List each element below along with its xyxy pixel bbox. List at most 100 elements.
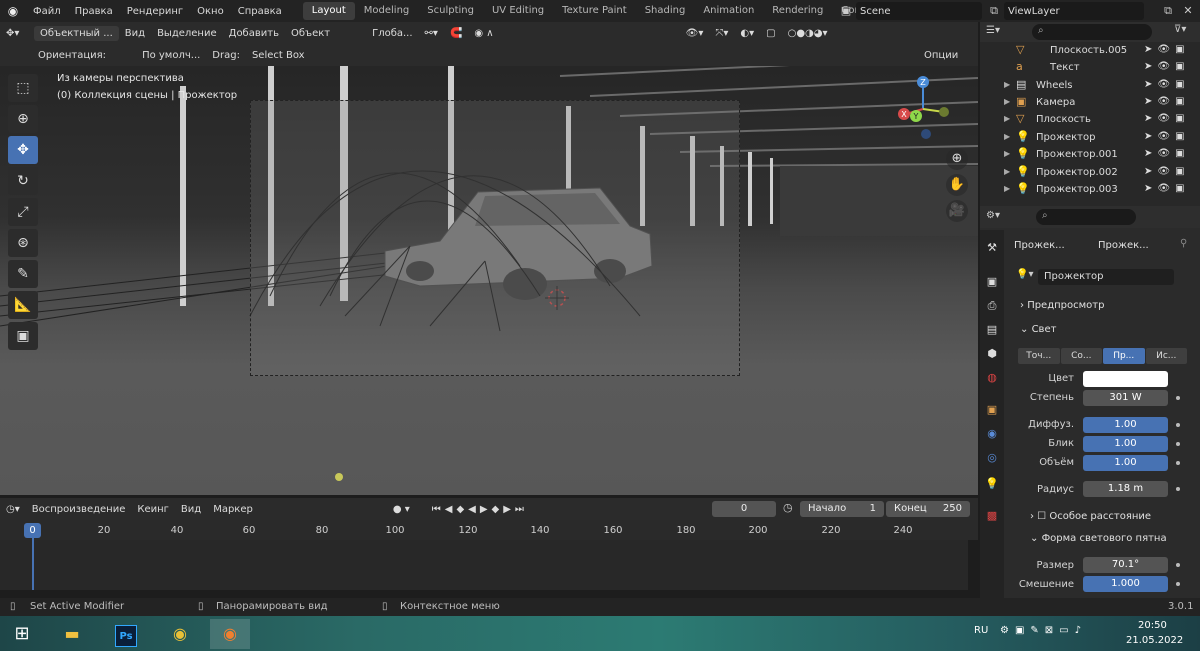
- power-field[interactable]: 301 W: [1083, 390, 1168, 406]
- properties-search-input[interactable]: ⌕: [1036, 209, 1136, 225]
- copy-layer-icon[interactable]: ⧉: [1160, 3, 1176, 19]
- specular-field[interactable]: 1.00: [1083, 436, 1168, 452]
- 3d-viewport[interactable]: Из камеры перспектива (0) Коллекция сцен…: [0, 66, 978, 495]
- windows-start-icon[interactable]: ⊞: [2, 619, 42, 649]
- keyframe-dot[interactable]: [1176, 487, 1180, 491]
- keyframe-dot[interactable]: [1176, 423, 1180, 427]
- clock-time[interactable]: 20:50: [1138, 620, 1167, 631]
- current-frame-field[interactable]: 0: [712, 501, 776, 517]
- cursor-tool-icon[interactable]: ⊕: [8, 105, 38, 133]
- start-frame-field[interactable]: Начало 1: [800, 501, 884, 517]
- view-layer-selector[interactable]: ViewLayer: [1004, 2, 1144, 20]
- marker-menu[interactable]: Маркер: [207, 504, 259, 515]
- annotate-tool-icon[interactable]: ✎: [8, 260, 38, 288]
- section-preview[interactable]: › Предпросмотр: [1020, 300, 1104, 311]
- outliner-row[interactable]: ▶ 💡 Прожектор.003 ➤👁▣: [980, 181, 1200, 198]
- tray-icons[interactable]: ⚙▣✎⊠▭♪: [1000, 625, 1087, 636]
- view-layer-tab-icon[interactable]: ▤: [984, 322, 1000, 338]
- outliner-row[interactable]: ▶ 💡 Прожектор ➤👁▣: [980, 129, 1200, 146]
- object-origin[interactable]: [335, 473, 343, 481]
- timeline-ruler[interactable]: 20 40 60 80 100 120 140 160 180 200 220 …: [0, 520, 978, 540]
- custom-distance-section[interactable]: › ☐ Особое расстояние: [1030, 511, 1151, 522]
- measure-tool-icon[interactable]: 📐: [8, 291, 38, 319]
- menu-select[interactable]: Выделение: [151, 28, 223, 39]
- keyframe-dot[interactable]: [1176, 563, 1180, 567]
- tool-tab-icon[interactable]: ⚒: [984, 240, 1000, 256]
- spot-shape-section[interactable]: ⌄ Форма светового пятна: [1030, 533, 1167, 544]
- keyframe-dot[interactable]: [1176, 442, 1180, 446]
- visibility-icons[interactable]: ➤👁▣: [1144, 79, 1190, 90]
- light-data-tab-icon[interactable]: 💡: [984, 476, 1000, 492]
- expand-icon[interactable]: ▶: [1004, 167, 1010, 176]
- drag-dropdown[interactable]: Select Box: [246, 50, 311, 61]
- tab-layout[interactable]: Layout: [302, 2, 355, 20]
- diffuse-field[interactable]: 1.00: [1083, 417, 1168, 433]
- menu-edit[interactable]: Правка: [68, 6, 120, 17]
- add-cube-tool-icon[interactable]: ▣: [8, 322, 38, 350]
- blend-field[interactable]: 1.000: [1083, 576, 1168, 592]
- timeline-editor-icon[interactable]: ◷▾: [0, 504, 26, 515]
- playhead[interactable]: 0: [24, 523, 41, 538]
- filter-icon[interactable]: ⊽▾: [1174, 24, 1186, 35]
- snap-icon[interactable]: 🧲: [444, 28, 468, 39]
- transform-orientation[interactable]: Глоба...: [366, 28, 418, 39]
- outliner-row[interactable]: ▽ Плоскость.005 ➤👁▣: [980, 42, 1200, 59]
- visibility-icons[interactable]: ➤👁▣: [1144, 183, 1190, 194]
- timeline-view-menu[interactable]: Вид: [175, 504, 207, 515]
- transform-tool-icon[interactable]: ⊛: [8, 229, 38, 257]
- timeline-area[interactable]: [0, 540, 968, 590]
- keying-menu[interactable]: Кеинг: [131, 504, 175, 515]
- xray-icon[interactable]: ▢: [760, 28, 781, 39]
- tab-animation[interactable]: Animation: [694, 2, 763, 20]
- scale-tool-icon[interactable]: ⤢: [8, 198, 38, 226]
- zoom-icon[interactable]: ⊕: [946, 148, 968, 170]
- menu-view[interactable]: Вид: [119, 28, 151, 39]
- close-icon[interactable]: ✕: [1180, 3, 1196, 19]
- expand-icon[interactable]: ▶: [1004, 97, 1010, 106]
- visibility-icons[interactable]: ➤👁▣: [1144, 113, 1190, 124]
- options-dropdown[interactable]: Опции: [918, 50, 964, 61]
- visibility-icons[interactable]: ➤👁▣: [1144, 166, 1190, 177]
- chrome-icon[interactable]: ◉: [160, 619, 200, 649]
- expand-icon[interactable]: ▶: [1004, 132, 1010, 141]
- clock-date[interactable]: 21.05.2022: [1126, 635, 1183, 646]
- color-swatch[interactable]: [1083, 371, 1168, 387]
- volume-field[interactable]: 1.00: [1083, 455, 1168, 471]
- blender-taskbar-icon[interactable]: ◉: [210, 619, 250, 649]
- visibility-icons[interactable]: ➤👁▣: [1144, 44, 1190, 55]
- light-type-point[interactable]: Точ...: [1018, 348, 1060, 364]
- tab-texture-paint[interactable]: Texture Paint: [553, 2, 636, 20]
- world-tab-icon[interactable]: ◍: [984, 370, 1000, 386]
- outliner-row[interactable]: ▶ ▤ Wheels ➤👁▣: [980, 77, 1200, 94]
- move-tool-icon[interactable]: ✥: [8, 136, 38, 164]
- menu-add[interactable]: Добавить: [223, 28, 285, 39]
- rotate-tool-icon[interactable]: ↻: [8, 167, 38, 195]
- object-tab-icon[interactable]: ▣: [984, 402, 1000, 418]
- physics-tab-icon[interactable]: ◉: [984, 426, 1000, 442]
- scene-selector[interactable]: Scene: [856, 2, 982, 20]
- orientation-dropdown[interactable]: По умолч...: [136, 50, 206, 61]
- light-datablock-icon[interactable]: 💡▾: [1016, 269, 1033, 280]
- clock-icon[interactable]: ◷: [783, 501, 793, 514]
- blender-logo-icon[interactable]: ◉: [0, 4, 26, 18]
- output-tab-icon[interactable]: ⎙: [984, 298, 1000, 314]
- menu-file[interactable]: Файл: [26, 6, 68, 17]
- scene-tab-icon[interactable]: ⬢: [984, 346, 1000, 362]
- navigation-gizmo[interactable]: Z X Y: [888, 74, 958, 144]
- keyframe-dot[interactable]: [1176, 461, 1180, 465]
- tab-sculpting[interactable]: Sculpting: [418, 2, 483, 20]
- visibility-icons[interactable]: ➤👁▣: [1144, 61, 1190, 72]
- record-button[interactable]: ● ▾: [387, 504, 416, 515]
- visibility-icons[interactable]: ➤👁▣: [1144, 96, 1190, 107]
- expand-icon[interactable]: ▶: [1004, 114, 1010, 123]
- pivot-icon[interactable]: ⚯▾: [419, 28, 444, 39]
- outliner-row[interactable]: ▶ ▽ Плоскость ➤👁▣: [980, 111, 1200, 128]
- expand-icon[interactable]: ▶: [1004, 80, 1010, 89]
- menu-window[interactable]: Окно: [190, 6, 231, 17]
- light-type-spot[interactable]: Пр...: [1103, 348, 1145, 364]
- scene-icon[interactable]: ▣: [838, 3, 854, 19]
- tab-modeling[interactable]: Modeling: [355, 2, 419, 20]
- texture-tab-icon[interactable]: ▩: [984, 508, 1000, 524]
- playback-menu[interactable]: Воспроизведение: [26, 504, 132, 515]
- tab-shading[interactable]: Shading: [636, 2, 695, 20]
